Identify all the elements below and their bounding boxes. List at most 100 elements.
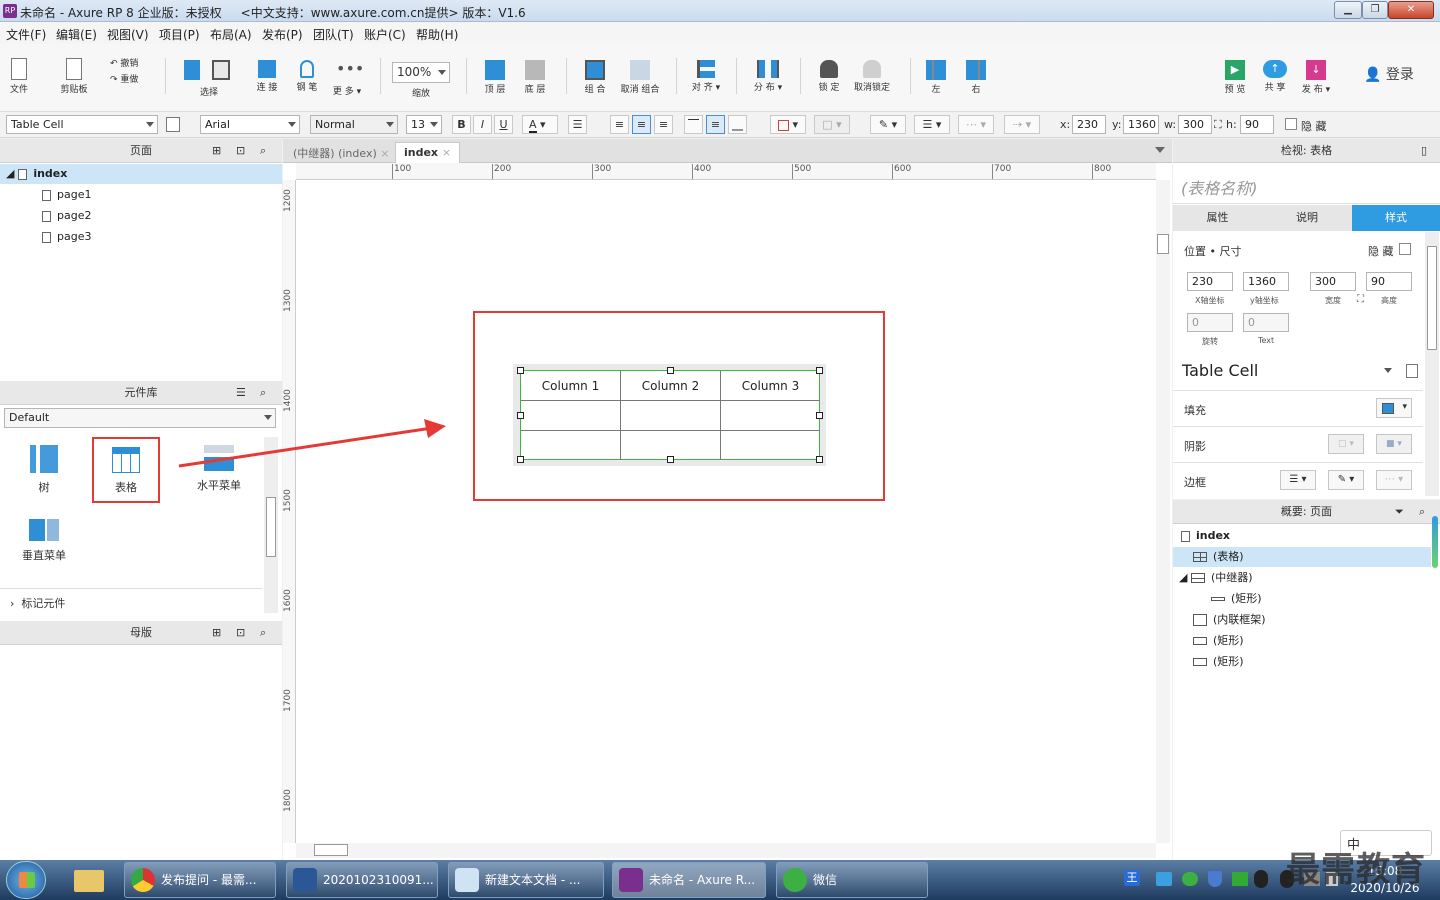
fill-color-button[interactable]: ▾: [770, 115, 806, 134]
outline-index[interactable]: index: [1181, 526, 1230, 546]
menu-icon[interactable]: ☰: [236, 381, 246, 405]
widget-tree[interactable]: 树: [14, 445, 74, 495]
valign-top-button[interactable]: ⎺: [684, 115, 703, 134]
minimize-button[interactable]: ▁: [1334, 1, 1362, 19]
share-button[interactable]: ↑ 共 享: [1260, 60, 1290, 93]
style-manager-icon[interactable]: [166, 117, 180, 132]
align-text-left-button[interactable]: ≡: [610, 115, 629, 134]
table-cell[interactable]: [621, 401, 721, 431]
taskbar-wechat[interactable]: 微信: [776, 862, 928, 898]
outline-scrollbar[interactable]: [1432, 516, 1438, 568]
widget-table[interactable]: 表格: [92, 437, 160, 503]
page-page2[interactable]: page2: [42, 206, 91, 226]
h-input[interactable]: 90: [1240, 115, 1274, 134]
font-weight-select[interactable]: Normal: [310, 115, 398, 134]
tab-properties[interactable]: 属性: [1173, 205, 1262, 231]
connect-button[interactable]: 连 接: [252, 60, 282, 93]
inspector-w-input[interactable]: 300: [1310, 272, 1356, 291]
hidden-checkbox[interactable]: [1399, 243, 1411, 255]
tray-app-icon[interactable]: [1156, 872, 1172, 886]
close-button[interactable]: ✕: [1388, 1, 1434, 19]
undo-button[interactable]: ↶ 撤销: [110, 56, 150, 69]
table-cell[interactable]: [521, 401, 621, 431]
login-button[interactable]: 👤 登录: [1364, 64, 1414, 84]
canvas-horizontal-scrollbar[interactable]: [296, 843, 1156, 858]
menu-view[interactable]: 视图(V): [107, 26, 149, 43]
search-icon[interactable]: ⌕: [260, 139, 266, 163]
explorer-button[interactable]: [66, 864, 112, 896]
start-button[interactable]: [6, 861, 46, 899]
border-pattern-picker[interactable]: ⋯ ▾: [1376, 470, 1412, 490]
table-header-cell[interactable]: Column 3: [721, 371, 820, 401]
search-icon[interactable]: ⌕: [1419, 500, 1425, 524]
menu-help[interactable]: 帮助(H): [416, 26, 458, 43]
add-page-icon[interactable]: ⊞: [212, 139, 221, 163]
bullet-list-button[interactable]: ☰: [568, 115, 587, 134]
chevron-down-icon[interactable]: [1384, 368, 1392, 373]
resize-handle[interactable]: [816, 456, 823, 463]
align-right-panel-button[interactable]: 右: [962, 60, 990, 95]
taskbar-chrome[interactable]: 发布提问 - 最需...: [124, 862, 276, 898]
line-width-button[interactable]: ☰ ▾: [914, 115, 950, 134]
table-cell[interactable]: [721, 401, 820, 431]
underline-button[interactable]: U: [494, 115, 513, 134]
style-edit-icon[interactable]: [1406, 364, 1418, 378]
group-button[interactable]: 组 合: [580, 60, 610, 95]
tab-index[interactable]: index ×: [395, 142, 461, 164]
align-text-right-button[interactable]: ≡: [654, 115, 673, 134]
align-text-center-button[interactable]: ≡: [632, 115, 651, 134]
align-button[interactable]: 对 齐 ▾: [688, 60, 724, 93]
preview-button[interactable]: ▶ 预 览: [1220, 60, 1250, 95]
style-select[interactable]: Table Cell: [6, 115, 158, 134]
menu-file[interactable]: 文件(F): [6, 26, 46, 43]
table-cell[interactable]: [521, 431, 621, 460]
resize-handle[interactable]: [816, 367, 823, 374]
tray-nvidia-icon[interactable]: [1232, 872, 1248, 886]
close-tab-icon[interactable]: ×: [380, 147, 389, 160]
table-header-cell[interactable]: Column 2: [621, 371, 721, 401]
menu-team[interactable]: 团队(T): [313, 26, 354, 43]
table-widget[interactable]: Column 1 Column 2 Column 3: [520, 370, 820, 460]
filter-icon[interactable]: ⏷: [1395, 500, 1404, 524]
align-left-panel-button[interactable]: 左: [922, 60, 950, 95]
search-icon[interactable]: ⌕: [260, 621, 266, 645]
tray-shield-icon[interactable]: [1208, 871, 1222, 887]
inner-shadow-picker[interactable]: ■ ▾: [1376, 434, 1412, 454]
distribute-button[interactable]: 分 布 ▾: [750, 60, 786, 93]
resize-handle[interactable]: [517, 456, 524, 463]
more-button[interactable]: ••• 更 多 ▾: [330, 60, 364, 98]
font-select[interactable]: Arial: [200, 115, 300, 134]
outline-rectangle[interactable]: (矩形): [1193, 631, 1244, 651]
tabs-dropdown-icon[interactable]: [1155, 147, 1165, 153]
italic-button[interactable]: I: [473, 115, 492, 134]
table-cell[interactable]: [721, 431, 820, 460]
add-master-icon[interactable]: ⊞: [212, 621, 221, 645]
redo-button[interactable]: ↷ 重做: [110, 72, 150, 85]
arrow-style-button[interactable]: ⇢ ▾: [1004, 115, 1040, 134]
add-folder-icon[interactable]: ⊡: [236, 621, 245, 645]
bring-to-front-button[interactable]: 顶 层: [480, 60, 510, 95]
fill-color-picker[interactable]: ▾: [1376, 398, 1412, 418]
send-to-back-button[interactable]: 底 层: [520, 60, 550, 95]
line-color-button[interactable]: ✎ ▾: [870, 115, 906, 134]
table-header-cell[interactable]: Column 1: [521, 371, 621, 401]
close-tab-icon[interactable]: ×: [442, 146, 451, 159]
outline-rectangle[interactable]: (矩形): [1193, 652, 1244, 672]
valign-bottom-button[interactable]: ⎽: [728, 115, 747, 134]
publish-button[interactable]: ↓ 发 布 ▾: [1298, 60, 1334, 95]
tab-notes[interactable]: 说明: [1262, 205, 1352, 231]
select-button[interactable]: 选择: [178, 60, 240, 98]
taskbar-word[interactable]: 2020102310091...: [286, 862, 438, 898]
tray-qq-icon[interactable]: [1254, 870, 1268, 888]
clipboard-button[interactable]: 剪贴板: [58, 58, 90, 95]
outline-rectangle[interactable]: (矩形): [1211, 589, 1262, 609]
outline-table[interactable]: (表格): [1173, 547, 1431, 567]
ime-icon[interactable]: 王: [1124, 870, 1140, 886]
menu-account[interactable]: 账户(C): [364, 26, 406, 43]
canvas-vertical-scrollbar[interactable]: [1156, 180, 1170, 843]
ungroup-button[interactable]: 取消 组合: [616, 60, 664, 95]
line-pattern-button[interactable]: ⋯ ▾: [958, 115, 994, 134]
page-index[interactable]: ◢ index: [0, 164, 282, 184]
add-folder-icon[interactable]: ⊡: [236, 139, 245, 163]
note-icon[interactable]: ▯: [1421, 139, 1427, 163]
